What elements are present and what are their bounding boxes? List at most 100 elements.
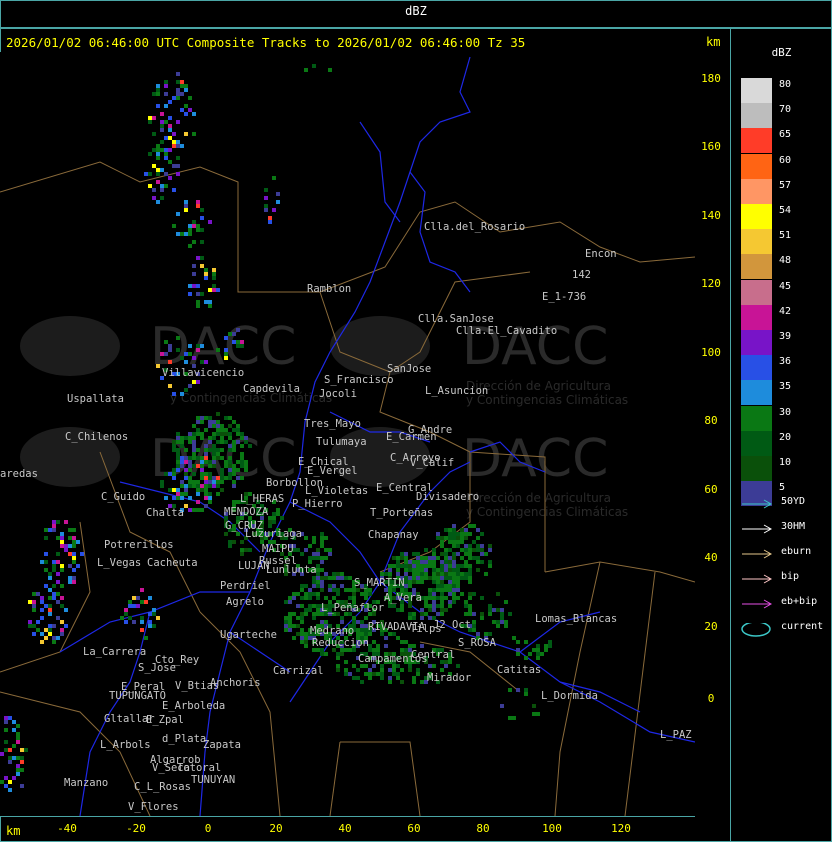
radar-echo-pixel (344, 672, 348, 676)
radar-echo-pixel (456, 580, 460, 584)
radar-echo-pixel (312, 592, 316, 596)
radar-echo-pixel (336, 668, 340, 672)
radar-echo-pixel (8, 748, 12, 752)
radar-echo-pixel (452, 552, 456, 556)
radar-echo-pixel (244, 468, 248, 472)
radar-echo-pixel (484, 552, 488, 556)
radar-echo-pixel (176, 88, 180, 92)
radar-echo-pixel (184, 112, 188, 116)
radar-echo-pixel (208, 464, 212, 468)
radar-echo-pixel (372, 672, 376, 676)
radar-echo-pixel (440, 572, 444, 576)
radar-echo-pixel (356, 628, 360, 632)
track-legend-label: eburn (781, 546, 812, 557)
radar-echo-pixel (232, 332, 236, 336)
place-label: Zapata (203, 739, 241, 751)
radar-echo-pixel (16, 768, 20, 772)
legend-level-label: 48 (779, 255, 792, 267)
radar-echo-pixel (196, 484, 200, 488)
window-title: dBZ (405, 4, 427, 18)
radar-echo-pixel (456, 540, 460, 544)
radar-echo-pixel (456, 536, 460, 540)
radar-echo-pixel (316, 604, 320, 608)
place-label: Reduccion (312, 637, 369, 649)
radar-echo-pixel (200, 240, 204, 244)
radar-echo-pixel (428, 608, 432, 612)
radar-echo-pixel (188, 432, 192, 436)
radar-echo-pixel (420, 612, 424, 616)
radar-echo-pixel (168, 348, 172, 352)
radar-echo-pixel (464, 600, 468, 604)
radar-echo-pixel (196, 300, 200, 304)
track-legend-item: eburn (741, 546, 831, 562)
radar-echo-pixel (204, 504, 208, 508)
radar-echo-pixel (452, 524, 456, 528)
radar-echo-pixel (440, 588, 444, 592)
radar-echo-pixel (308, 596, 312, 600)
radar-echo-pixel (220, 432, 224, 436)
radar-echo-pixel (476, 632, 480, 636)
place-label: Capdevila (243, 383, 300, 395)
radar-echo-pixel (208, 436, 212, 440)
radar-echo-pixel (436, 588, 440, 592)
radar-echo-pixel (128, 600, 132, 604)
place-label: Tulumaya (316, 436, 367, 448)
radar-echo-pixel (180, 232, 184, 236)
radar-echo-pixel (44, 552, 48, 556)
radar-echo-pixel (236, 476, 240, 480)
radar-echo-pixel (312, 536, 316, 540)
radar-echo-pixel (300, 632, 304, 636)
radar-echo-pixel (164, 340, 168, 344)
legend-swatch (741, 279, 772, 305)
radar-echo-pixel (184, 88, 188, 92)
radar-echo-pixel (516, 688, 520, 692)
radar-echo-pixel (404, 584, 408, 588)
radar-echo-pixel (200, 360, 204, 364)
radar-echo-pixel (408, 568, 412, 572)
radar-echo-pixel (448, 560, 452, 564)
radar-echo-pixel (276, 512, 280, 516)
radar-echo-pixel (312, 612, 316, 616)
radar-echo-pixel (432, 580, 436, 584)
radar-echo-pixel (192, 380, 196, 384)
radar-echo-pixel (440, 536, 444, 540)
place-label: V_Calif (410, 457, 454, 469)
radar-echo-pixel (188, 228, 192, 232)
radar-echo-pixel (460, 576, 464, 580)
radar-echo-pixel (440, 584, 444, 588)
radar-echo-pixel (16, 764, 20, 768)
radar-echo-pixel (528, 652, 532, 656)
radar-echo-pixel (192, 264, 196, 268)
track-legend-label: 50YD (781, 496, 806, 507)
radar-echo-pixel (20, 756, 24, 760)
radar-echo-pixel (412, 552, 416, 556)
radar-echo-pixel (192, 508, 196, 512)
radar-echo-pixel (216, 420, 220, 424)
radar-echo-pixel (196, 464, 200, 468)
legend-level-label: 42 (779, 305, 792, 317)
radar-echo-pixel (348, 588, 352, 592)
radar-echo-pixel (364, 592, 368, 596)
radar-echo-pixel (228, 460, 232, 464)
radar-echo-pixel (500, 620, 504, 624)
radar-echo-pixel (404, 648, 408, 652)
radar-map[interactable]: DACC DACC DACC DACC Dirección de Agricul… (0, 52, 695, 816)
place-label: Catitas (497, 664, 541, 676)
radar-echo-pixel (496, 620, 500, 624)
radar-echo-pixel (216, 448, 220, 452)
radar-echo-pixel (208, 416, 212, 420)
radar-echo-pixel (196, 256, 200, 260)
radar-echo-pixel (240, 476, 244, 480)
radar-echo-pixel (396, 568, 400, 572)
radar-echo-pixel (464, 544, 468, 548)
radar-echo-pixel (292, 612, 296, 616)
place-label: aredas (0, 468, 38, 480)
place-label: G_Andre (408, 424, 452, 436)
radar-echo-pixel (204, 476, 208, 480)
radar-echo-pixel (536, 648, 540, 652)
radar-echo-pixel (472, 620, 476, 624)
place-label: La_Carrera (83, 646, 146, 658)
radar-echo-pixel (272, 208, 276, 212)
radar-echo-pixel (156, 180, 160, 184)
radar-echo-pixel (28, 600, 32, 604)
